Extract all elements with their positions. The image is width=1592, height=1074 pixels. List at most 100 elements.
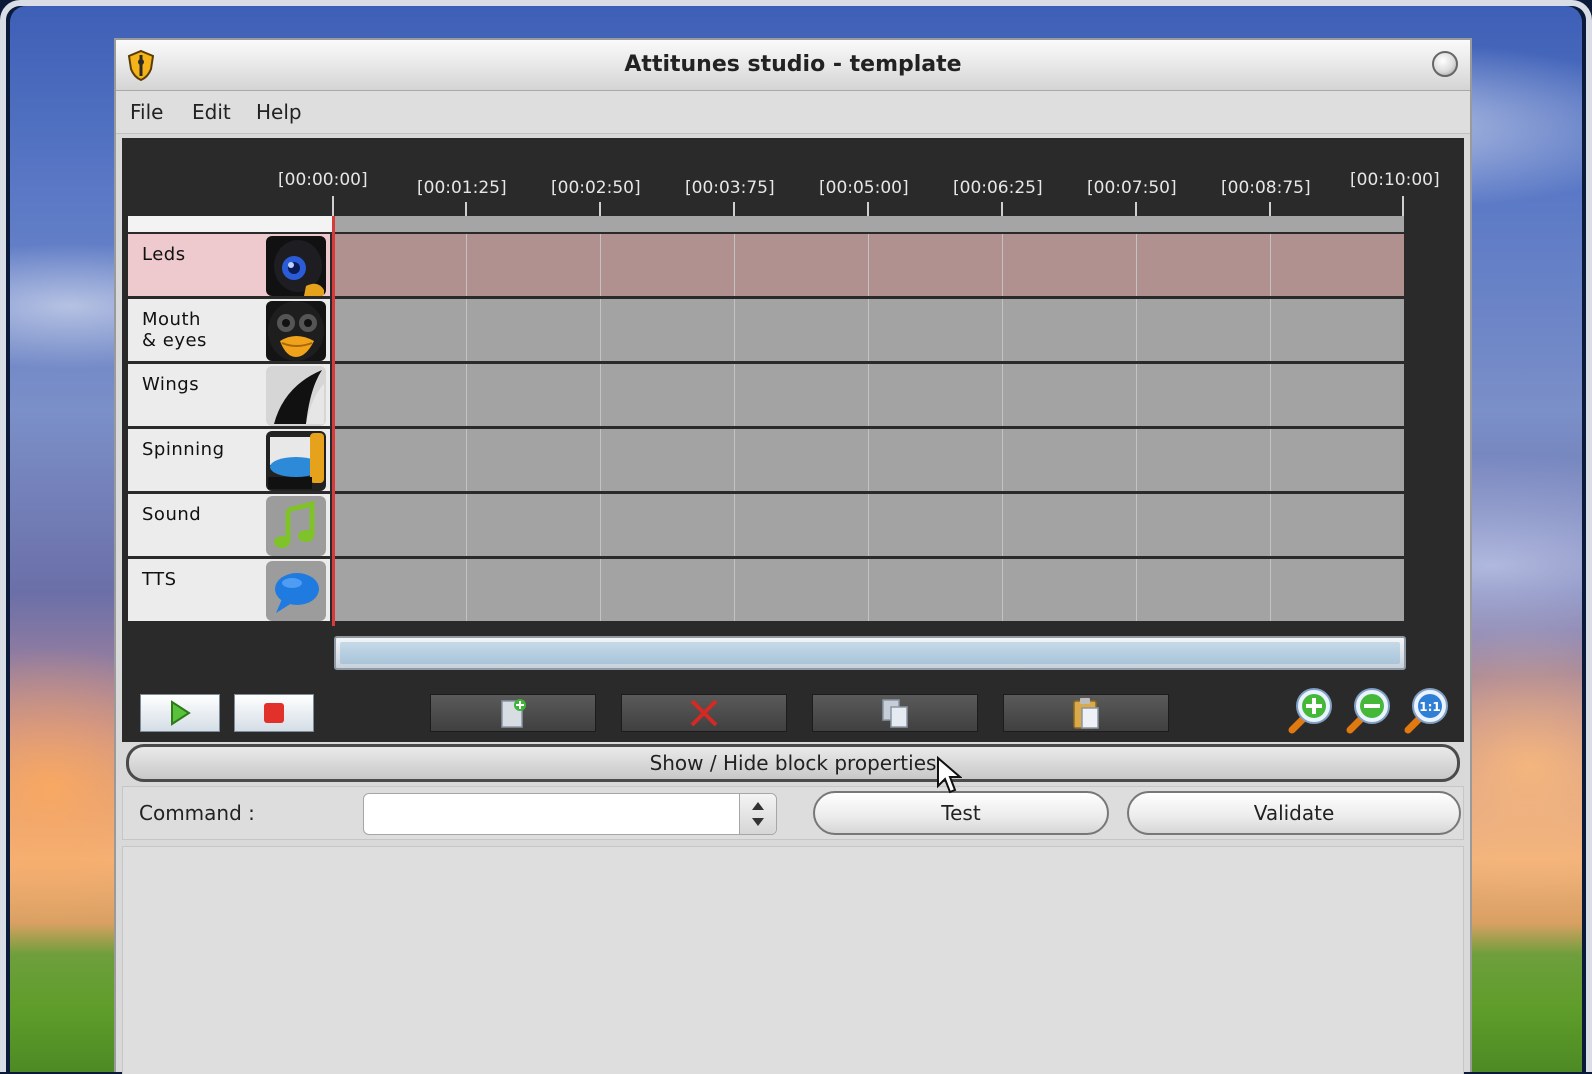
paste-button[interactable] (1003, 694, 1169, 732)
grid-line (466, 494, 467, 556)
grid-line (600, 429, 601, 491)
ruler-label: [00:08:75] (1221, 178, 1311, 198)
grid-line (466, 559, 467, 621)
track-name: Sound (142, 504, 202, 525)
play-button[interactable] (140, 694, 220, 732)
track-label-mouth-eyes[interactable]: Mouth & eyes (128, 299, 330, 364)
grid-line (600, 494, 601, 556)
playhead-cursor[interactable] (332, 216, 335, 626)
grid-line (466, 364, 467, 426)
grid-line (868, 364, 869, 426)
stop-icon (264, 703, 284, 723)
stop-button[interactable] (234, 694, 314, 732)
timeline-editor: [00:00:00] [00:01:25] [00:02:50] [00:03:… (122, 138, 1464, 742)
zoom-reset-label: 1:1 (1419, 700, 1441, 714)
window-close-button[interactable] (1432, 51, 1458, 77)
add-block-button[interactable] (430, 694, 596, 732)
track-label-tts[interactable]: TTS (128, 559, 330, 624)
menu-file[interactable]: File (130, 100, 163, 124)
ruler-tick (733, 202, 735, 216)
ruler-tick (1001, 202, 1003, 216)
track-lane-leds[interactable] (334, 234, 1404, 299)
track-lane-spinning[interactable] (334, 429, 1404, 494)
command-spinner[interactable] (739, 794, 776, 834)
copy-button[interactable] (812, 694, 978, 732)
zoom-in-icon[interactable] (1284, 684, 1336, 736)
grid-line (600, 364, 601, 426)
grid-line (1002, 299, 1003, 361)
track-lane-tts[interactable] (334, 559, 1404, 624)
menu-bar: File Edit Help (116, 91, 1470, 134)
command-row: Command : Test Validate (122, 786, 1464, 840)
title-bar: Attitunes studio - template (116, 40, 1470, 91)
music-note-icon (266, 496, 326, 556)
tux-leds-icon (266, 236, 326, 296)
grid-line (600, 234, 601, 296)
validate-button[interactable]: Validate (1127, 791, 1461, 835)
ruler-label: [00:07:50] (1087, 178, 1177, 198)
command-combobox[interactable] (363, 793, 777, 835)
track-lane-sound[interactable] (334, 494, 1404, 559)
up-down-arrows-icon (752, 802, 764, 826)
mouse-pointer-icon (937, 756, 962, 794)
block-properties-panel (122, 846, 1464, 1074)
grid-line (734, 494, 735, 556)
grid-line (868, 559, 869, 621)
track-label-spinning[interactable]: Spinning (128, 429, 330, 494)
ruler-label: [00:05:00] (819, 178, 909, 198)
ruler-label: [00:00:00] (278, 170, 368, 190)
track-name: Wings (142, 374, 200, 395)
grid-line (1136, 364, 1137, 426)
tux-wings-icon (266, 366, 326, 426)
command-label: Command : (139, 801, 255, 825)
test-button[interactable]: Test (813, 791, 1109, 835)
track-lane-mouth-eyes[interactable] (334, 299, 1404, 364)
grid-line (600, 299, 601, 361)
track-name: Spinning (142, 439, 225, 460)
ruler-tick (1269, 202, 1271, 216)
ruler-tick (867, 202, 869, 216)
menu-help[interactable]: Help (256, 100, 302, 124)
grid-line (868, 299, 869, 361)
grid-line (466, 234, 467, 296)
track-lane-wings[interactable] (334, 364, 1404, 429)
app-window: Attitunes studio - template File Edit He… (114, 38, 1472, 1074)
grid-line (734, 364, 735, 426)
zoom-out-icon[interactable] (1342, 684, 1394, 736)
grid-line (600, 559, 601, 621)
tux-mouth-eyes-icon (266, 301, 326, 361)
speech-bubble-icon (266, 561, 326, 621)
ruler-tick (599, 202, 601, 216)
grid-line (1002, 429, 1003, 491)
show-hide-properties-button[interactable]: Show / Hide block properties (126, 744, 1460, 782)
grid-line (734, 559, 735, 621)
track-name: Leds (142, 244, 186, 265)
timeline-horizontal-scrollbar[interactable] (334, 636, 1406, 670)
grid-line (1270, 429, 1271, 491)
track-name: Mouth & eyes (142, 309, 207, 351)
grid-line (1270, 494, 1271, 556)
grid-line (1136, 494, 1137, 556)
window-title: Attitunes studio - template (624, 52, 962, 77)
track-header-strip (128, 216, 334, 232)
ruler-label: [00:10:00] (1350, 170, 1440, 190)
ruler-tick (1402, 196, 1404, 216)
grid-line (1270, 234, 1271, 296)
grid-line (868, 429, 869, 491)
ruler-strip (334, 216, 1404, 232)
grid-line (734, 234, 735, 296)
copy-icon (882, 699, 908, 728)
track-label-leds[interactable]: Leds (128, 234, 330, 299)
ruler-label: [00:02:50] (551, 178, 641, 198)
track-label-wings[interactable]: Wings (128, 364, 330, 429)
track-label-sound[interactable]: Sound (128, 494, 330, 559)
grid-line (1136, 559, 1137, 621)
grid-line (1270, 559, 1271, 621)
ruler-label: [00:01:25] (417, 178, 507, 198)
ruler-label: [00:03:75] (685, 178, 775, 198)
zoom-reset-button[interactable]: 1:1 (1400, 684, 1452, 736)
grid-line (466, 429, 467, 491)
delete-block-button[interactable] (621, 694, 787, 732)
scrollbar-thumb[interactable] (340, 642, 1400, 664)
menu-edit[interactable]: Edit (192, 100, 231, 124)
